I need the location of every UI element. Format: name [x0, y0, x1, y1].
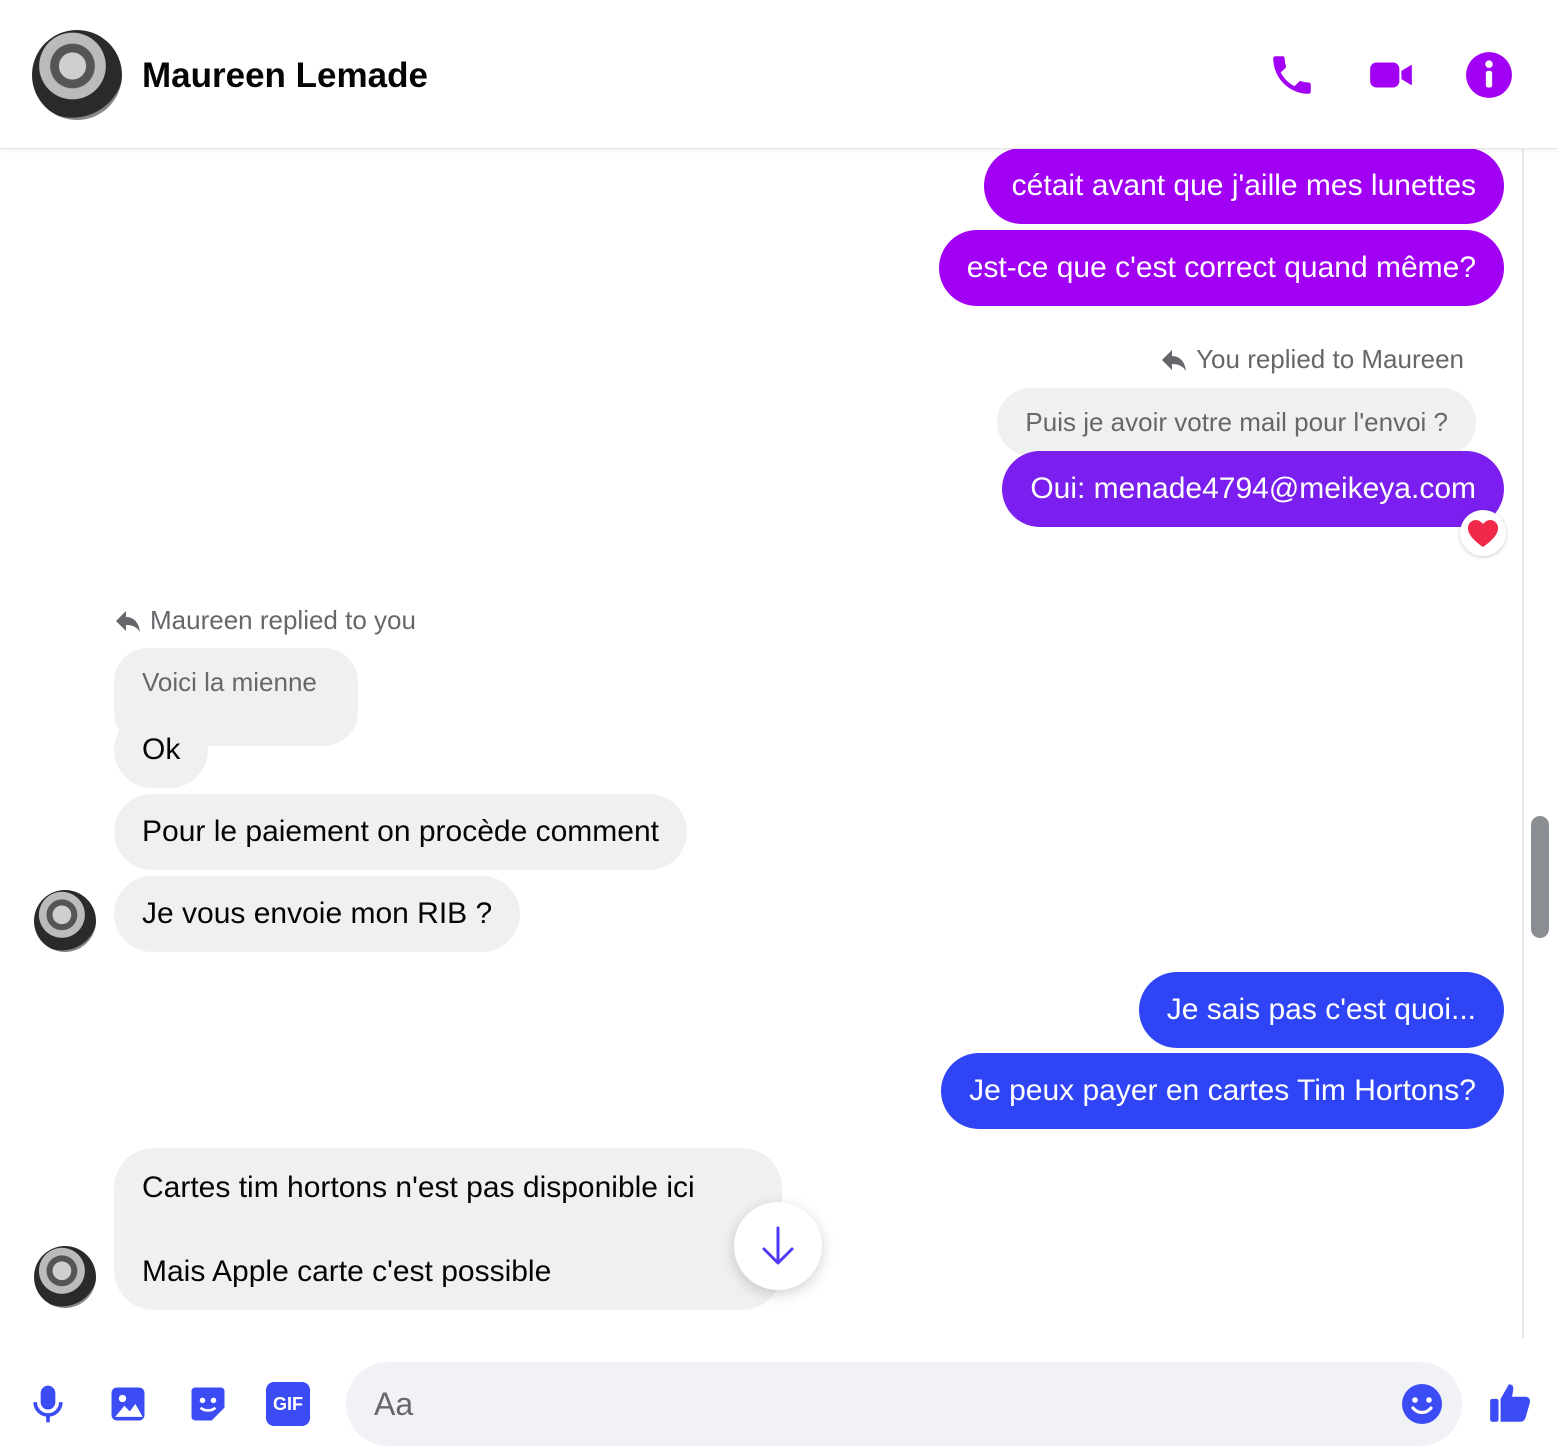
scrollbar[interactable] — [1522, 148, 1558, 1338]
emoji-icon[interactable] — [1398, 1380, 1446, 1428]
scroll-to-bottom-button[interactable] — [734, 1202, 822, 1290]
incoming-message[interactable]: Pour le paiement on procède comment — [114, 794, 687, 870]
reply-arrow-icon — [1162, 350, 1187, 371]
composer-bar: GIF Aa — [0, 1338, 1558, 1456]
phone-icon[interactable] — [1267, 50, 1317, 100]
scrollbar-thumb[interactable] — [1531, 816, 1549, 938]
message-input[interactable]: Aa — [346, 1362, 1462, 1446]
sticker-icon[interactable] — [186, 1382, 230, 1426]
info-icon[interactable] — [1464, 50, 1514, 100]
gif-icon[interactable]: GIF — [266, 1382, 310, 1426]
incoming-message[interactable]: Je vous envoie mon RIB ? — [114, 876, 521, 952]
contact-name[interactable]: Maureen Lemade — [142, 56, 428, 96]
video-camera-icon[interactable] — [1366, 50, 1416, 100]
message-list[interactable]: cétait avant que j'aille mes lunettes es… — [0, 148, 1522, 1338]
outgoing-message[interactable]: est-ce que c'est correct quand même? — [938, 230, 1504, 306]
thumbs-up-icon[interactable] — [1486, 1378, 1536, 1428]
outgoing-message[interactable]: Je sais pas c'est quoi... — [1138, 972, 1504, 1048]
outgoing-message[interactable]: Oui: menade4794@meikeya.com — [1002, 451, 1504, 527]
contact-avatar[interactable] — [34, 890, 96, 952]
reply-label: You replied to Maureen — [1196, 344, 1464, 374]
reply-arrow-icon — [116, 611, 140, 632]
outgoing-message[interactable]: Je peux payer en cartes Tim Hortons? — [941, 1053, 1504, 1129]
incoming-message[interactable]: Ok — [114, 712, 209, 788]
message-line: Mais Apple carte c'est possible — [142, 1255, 552, 1288]
quoted-message[interactable]: Puis je avoir votre mail pour l'envoi ? — [997, 388, 1476, 456]
incoming-message[interactable]: Cartes tim hortons n'est pas disponible … — [114, 1148, 782, 1310]
message-line: Cartes tim hortons n'est pas disponible … — [142, 1171, 695, 1204]
reply-label: Maureen replied to you — [150, 605, 416, 635]
arrow-down-icon — [762, 1226, 794, 1265]
scrollbar-track — [1522, 148, 1524, 1338]
reply-indicator: Maureen replied to you — [114, 605, 416, 636]
microphone-icon[interactable] — [26, 1382, 70, 1426]
heart-reaction[interactable] — [1460, 510, 1506, 556]
contact-avatar[interactable] — [34, 1246, 96, 1308]
chat-header: Maureen Lemade — [0, 0, 1558, 149]
contact-avatar[interactable] — [32, 30, 122, 120]
heart-icon — [1468, 520, 1498, 547]
photo-icon[interactable] — [106, 1382, 150, 1426]
outgoing-message[interactable]: cétait avant que j'aille mes lunettes — [983, 148, 1504, 224]
reply-indicator: You replied to Maureen — [1160, 344, 1464, 375]
